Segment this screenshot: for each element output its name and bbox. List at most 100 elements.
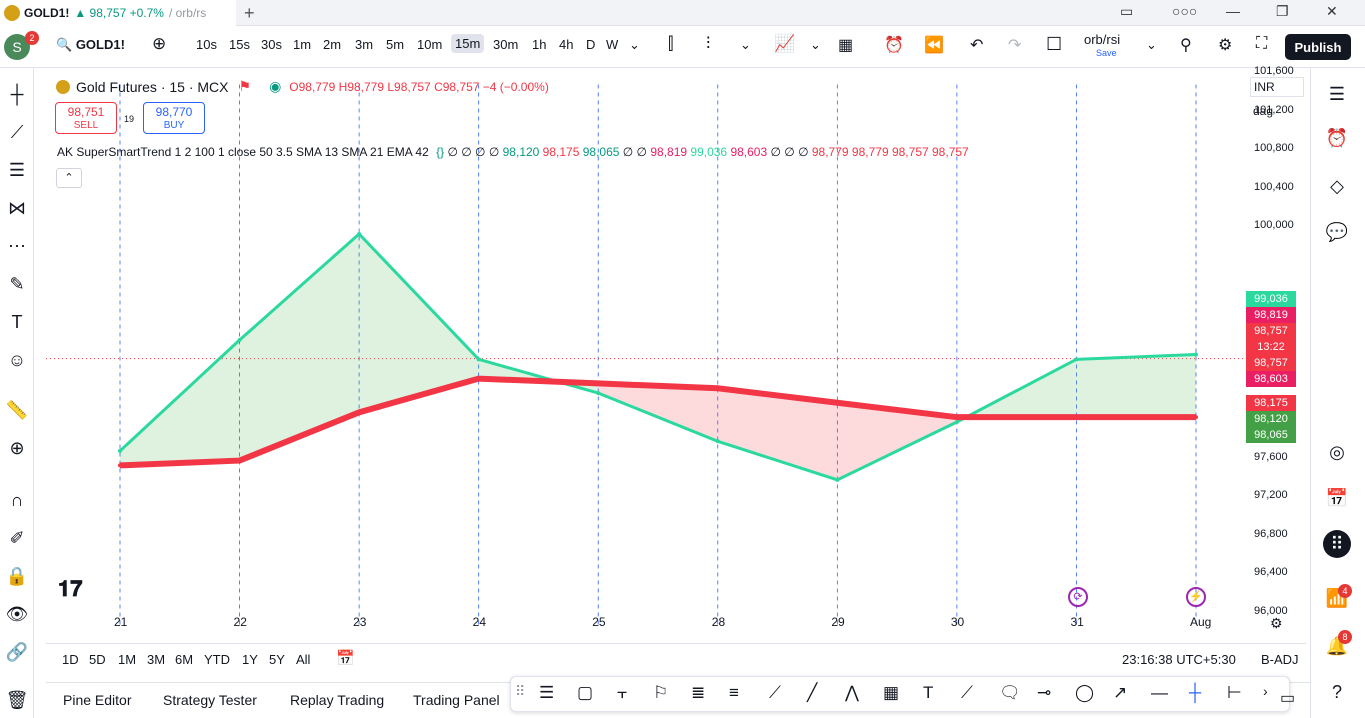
rectangle-icon[interactable]: ▢ (577, 683, 593, 703)
pattern-icon[interactable]: ⋈ (5, 196, 29, 220)
tab-pine-editor[interactable]: Pine Editor (63, 692, 131, 708)
range-1d[interactable]: 1D (62, 652, 79, 667)
chat-icon[interactable]: 💬 (1323, 218, 1351, 246)
goto-date-icon[interactable]: 📅 (336, 649, 355, 667)
price-axis[interactable]: 101,600101,200100,800100,400100,00098,40… (1246, 65, 1310, 617)
range-all[interactable]: All (296, 652, 310, 667)
range-ytd[interactable]: YTD (204, 652, 230, 667)
range-1y[interactable]: 1Y (242, 652, 258, 667)
interval-3m[interactable]: 3m (355, 37, 373, 52)
redo-icon[interactable]: ↷ (1008, 35, 1021, 55)
watchlist-icon[interactable]: ☰ (1323, 80, 1351, 108)
magnet-icon[interactable]: ∩ (5, 488, 29, 512)
clock[interactable]: 23:16:38 UTC+5:30 (1122, 652, 1236, 667)
interval-30s[interactable]: 30s (261, 37, 282, 52)
layers-icon[interactable]: ◇ (1323, 172, 1351, 200)
chevron-right-icon[interactable]: › (1263, 683, 1268, 699)
lock-icon[interactable]: 🔒 (5, 564, 29, 588)
measure-icon[interactable]: ⊢ (1227, 683, 1242, 703)
adjustment[interactable]: B-ADJ (1261, 652, 1299, 667)
tab-trading-panel[interactable]: Trading Panel (413, 692, 500, 708)
symbol-search[interactable]: 🔍 GOLD1! (56, 37, 125, 53)
interval-1m[interactable]: 1m (293, 37, 311, 52)
help-icon[interactable]: ? (1323, 678, 1351, 706)
stay-drawing-icon[interactable]: ✐ (5, 526, 29, 550)
zigzag-icon[interactable]: ⋀ (845, 683, 859, 703)
indicators-icon[interactable]: 📈 (774, 34, 795, 54)
target-icon[interactable]: ◎ (1323, 438, 1351, 466)
indicator-legend[interactable]: AK SuperSmartTrend 1 2 100 1 close 50 3.… (57, 145, 969, 159)
undo-icon[interactable]: ↶ (970, 35, 983, 55)
crosshair-icon[interactable]: ┼ (1189, 683, 1201, 703)
grid-icon[interactable]: ▦ (883, 683, 899, 703)
indicators-dropdown-icon[interactable]: ⌄ (810, 37, 821, 53)
minimize-icon[interactable]: — (1226, 3, 1240, 19)
chart-type-dropdown-icon[interactable]: ⌄ (740, 37, 751, 53)
calendar-icon[interactable]: 📅 (1323, 484, 1351, 512)
hline-icon[interactable]: ⊸ (1037, 683, 1051, 703)
trendline-icon[interactable]: ⟋ (5, 120, 29, 144)
event-icon[interactable]: ⚡ (1186, 587, 1206, 607)
sell-button[interactable]: 98,751 SELL (55, 102, 117, 134)
restore-icon[interactable]: ❐ (1276, 3, 1289, 20)
flag-icon[interactable]: ⚑ (239, 78, 252, 95)
event-icon[interactable]: ⟳ (1068, 587, 1088, 607)
anchor-icon[interactable]: ⫟ (617, 683, 627, 703)
layout-dropdown-icon[interactable]: ⌄ (1146, 37, 1157, 53)
settings-icon[interactable]: ⚙ (1270, 615, 1283, 632)
text-icon[interactable]: T (923, 683, 933, 703)
settings-icon[interactable]: ⚙ (1218, 35, 1232, 55)
range-1m[interactable]: 1M (118, 652, 136, 667)
interval-W[interactable]: W (606, 37, 618, 52)
layout-name[interactable]: orb/rsi (1084, 32, 1120, 47)
interval-15m[interactable]: 15m (451, 34, 485, 53)
arrow-icon[interactable]: ↗ (1113, 683, 1127, 703)
close-icon[interactable]: ✕ (1326, 3, 1338, 20)
maximize-panel-icon[interactable]: ▭ (1280, 688, 1295, 708)
ellipse-icon[interactable]: ◯ (1075, 683, 1094, 703)
publish-button[interactable]: Publish (1285, 34, 1351, 60)
collapse-legend-button[interactable]: ⌃ (56, 168, 82, 188)
buy-button[interactable]: 98,770 BUY (143, 102, 205, 134)
trash-icon[interactable]: 🗑 (5, 688, 29, 712)
interval-10s[interactable]: 10s (196, 37, 217, 52)
interval-4h[interactable]: 4h (559, 37, 573, 52)
quick-search-icon[interactable]: ⚲ (1180, 35, 1192, 55)
callout-icon[interactable]: 🗨 (999, 683, 1021, 703)
interval-dropdown-icon[interactable]: ⌄ (629, 37, 640, 53)
interval-D[interactable]: D (586, 37, 595, 52)
range-5y[interactable]: 5Y (269, 652, 285, 667)
path-icon[interactable]: ⟋ (961, 683, 973, 703)
interval-2m[interactable]: 2m (323, 37, 341, 52)
candles-icon[interactable]: ⫿ (668, 34, 673, 54)
crosshair-icon[interactable]: ┼ (5, 82, 29, 106)
ray-icon[interactable]: ⟋ (769, 683, 781, 703)
drag-handle-icon[interactable]: ⠿ (515, 683, 525, 700)
prediction-icon[interactable]: ⋯ (5, 234, 29, 258)
text-icon[interactable]: T (5, 310, 29, 334)
new-tab-icon[interactable]: + (244, 3, 255, 24)
tab-replay-trading[interactable]: Replay Trading (290, 692, 384, 708)
time-axis[interactable]: 21 22 23 24 25 28 29 30 31 Aug (46, 612, 1246, 636)
interval-15s[interactable]: 15s (229, 37, 250, 52)
templates-icon[interactable]: ▦ (838, 35, 853, 55)
display-icon[interactable]: ▭ (1120, 3, 1133, 20)
emoji-icon[interactable]: ☺ (5, 348, 29, 372)
interval-5m[interactable]: 5m (386, 37, 404, 52)
lines-icon[interactable]: ☰ (539, 683, 554, 703)
fullscreen-box-icon[interactable]: ☐ (1046, 34, 1062, 55)
range-3m[interactable]: 3M (147, 652, 165, 667)
flag-line-icon[interactable]: ⚐ (653, 683, 668, 703)
line-icon[interactable]: ╱ (807, 683, 817, 703)
link-icon[interactable]: 🔗 (5, 640, 29, 664)
bars-icon[interactable]: ⫶ (706, 34, 710, 54)
interval-10m[interactable]: 10m (417, 37, 442, 52)
visibility-icon[interactable]: 👁 (5, 602, 29, 626)
alerts-clock-icon[interactable]: ⏰ (1323, 124, 1351, 152)
zoom-icon[interactable]: ⊕ (5, 436, 29, 460)
browser-tab[interactable]: GOLD1! ▲ 98,757 +0.7% / orb/rs (0, 0, 236, 26)
range-6m[interactable]: 6M (175, 652, 193, 667)
fib-icon[interactable]: ☰ (5, 158, 29, 182)
compare-add-icon[interactable]: ⊕ (152, 34, 166, 54)
range-5d[interactable]: 5D (89, 652, 106, 667)
